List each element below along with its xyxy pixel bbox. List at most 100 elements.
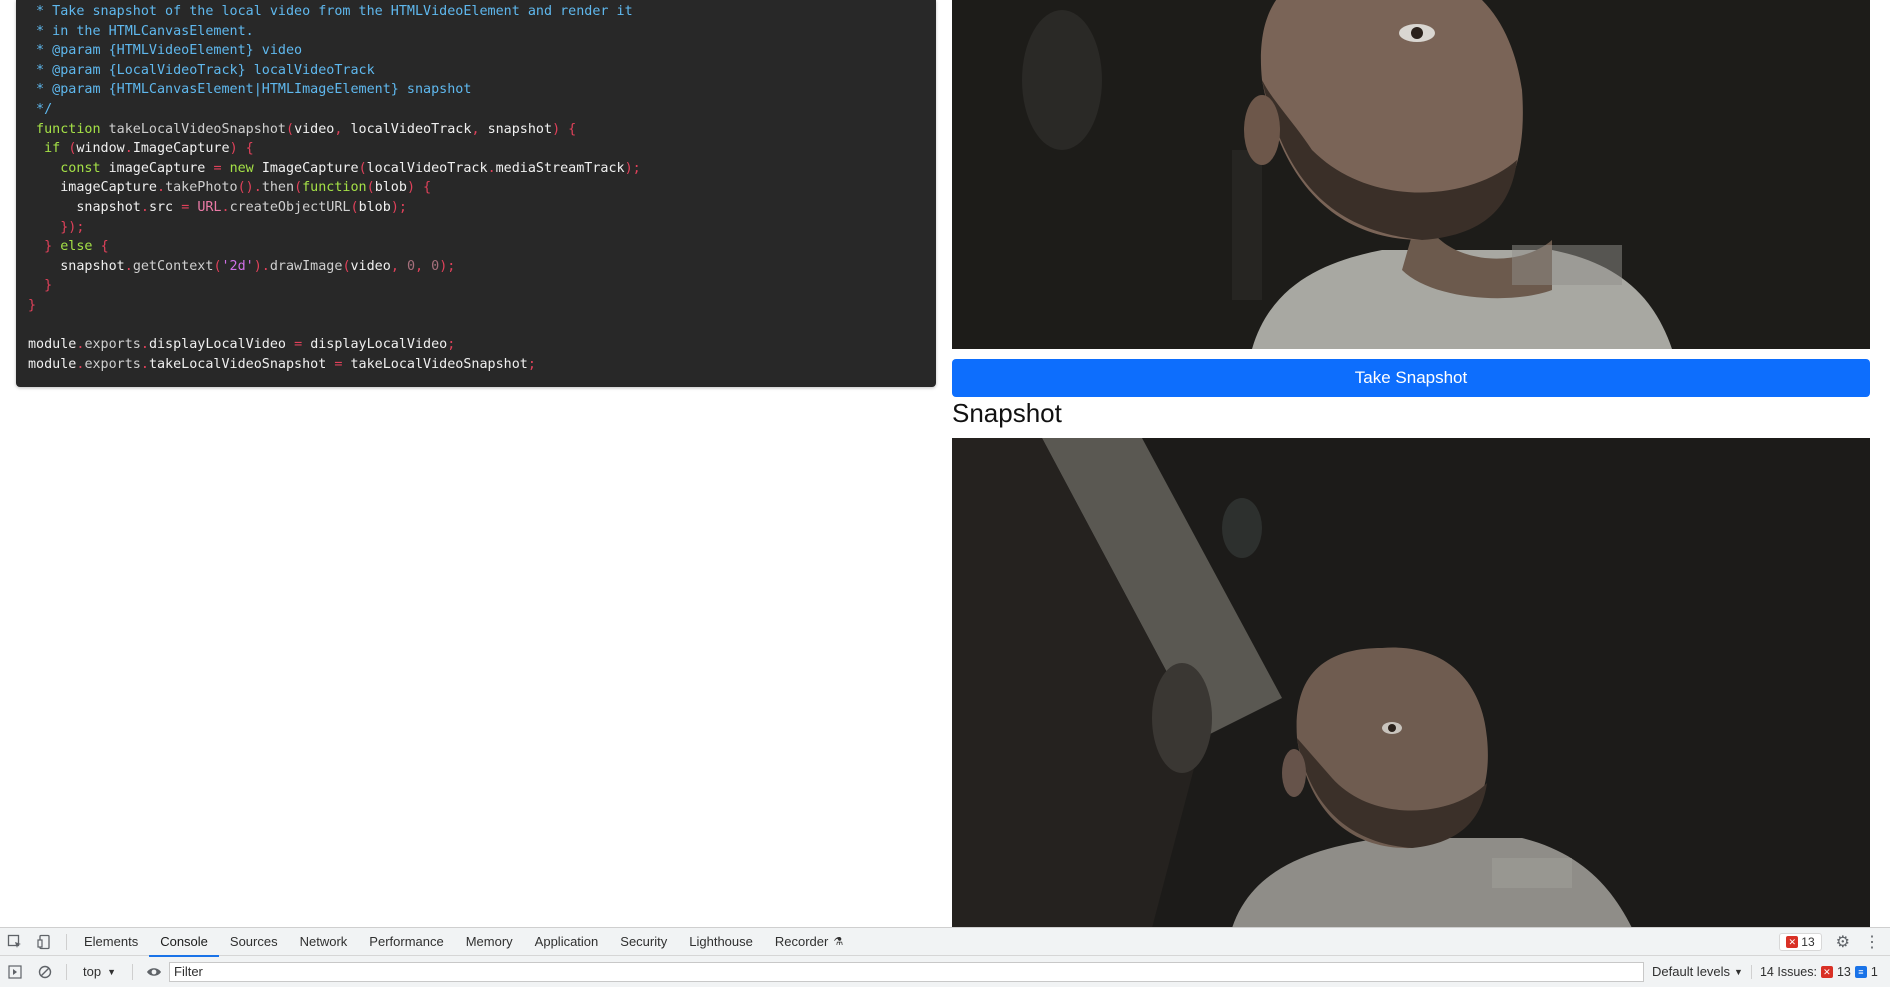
issues-label: 14 Issues: bbox=[1759, 964, 1817, 979]
devtools-panel: Elements Console Sources Network Performance… bbox=[0, 927, 1890, 987]
code-token: ); bbox=[624, 160, 641, 176]
tab-application[interactable]: Application bbox=[524, 928, 610, 956]
code-line: * Take snapshot of the local video from … bbox=[28, 2, 641, 22]
code-token: = bbox=[334, 356, 351, 372]
page: * Take snapshot of the local video from … bbox=[0, 0, 1890, 987]
code-token: localVideoTrack bbox=[350, 121, 472, 137]
error-count-badge[interactable]: ✕ 13 bbox=[1779, 933, 1822, 951]
code-token: (). bbox=[237, 180, 262, 196]
code-token: = bbox=[181, 199, 198, 215]
code-line: const imageCapture = new ImageCapture(lo… bbox=[28, 159, 641, 179]
code-token: ( bbox=[286, 121, 295, 137]
code-text: * Take snapshot of the local video from … bbox=[28, 2, 641, 374]
code-token: ( bbox=[342, 258, 351, 274]
tab-console[interactable]: Console bbox=[149, 928, 219, 957]
code-token: then bbox=[261, 180, 295, 196]
code-token: * Take snapshot of the local video from … bbox=[28, 4, 633, 19]
clear-console-icon[interactable] bbox=[30, 958, 60, 986]
tab-sources[interactable]: Sources bbox=[219, 928, 289, 956]
code-token: = bbox=[294, 337, 311, 353]
code-token: , bbox=[390, 258, 407, 274]
tab-memory[interactable]: Memory bbox=[455, 928, 524, 956]
tab-recorder[interactable]: Recorder ⚗ bbox=[764, 928, 854, 956]
code-token: imageCapture bbox=[108, 160, 214, 176]
code-token: takeLocalVideoSnapshot bbox=[350, 356, 528, 372]
code-line: snapshot.src = URL.createObjectURL(blob)… bbox=[28, 198, 641, 218]
code-line: } else { bbox=[28, 237, 641, 257]
tab-elements[interactable]: Elements bbox=[73, 928, 149, 956]
tab-label: Lighthouse bbox=[689, 934, 753, 949]
error-icon: ✕ bbox=[1786, 936, 1799, 948]
code-token: ( bbox=[358, 160, 367, 176]
device-toolbar-icon[interactable] bbox=[30, 928, 60, 956]
code-token: ); bbox=[439, 258, 456, 274]
code-line: } bbox=[28, 276, 641, 296]
take-snapshot-button[interactable]: Take Snapshot bbox=[952, 359, 1870, 397]
code-token: ( bbox=[213, 258, 222, 274]
toolbar-divider bbox=[132, 963, 133, 980]
code-line: module.exports.displayLocalVideo = displ… bbox=[28, 335, 641, 355]
context-value: top bbox=[83, 964, 102, 979]
tab-security[interactable]: Security bbox=[609, 928, 678, 956]
code-token: . bbox=[221, 199, 230, 215]
code-token: takeLocalVideoSnapshot bbox=[148, 356, 335, 372]
console-toolbar: top ▼ Default levels ▼ 14 Issues: ✕ 13 ≡… bbox=[0, 956, 1890, 987]
code-token: drawImage bbox=[269, 258, 343, 274]
context-selector[interactable]: top ▼ bbox=[73, 964, 126, 979]
code-token: function bbox=[302, 180, 367, 196]
tab-lighthouse[interactable]: Lighthouse bbox=[678, 928, 764, 956]
code-token: displayLocalVideo bbox=[310, 337, 448, 353]
code-line: * @param {HTMLVideoElement} video bbox=[28, 41, 641, 61]
code-token: src bbox=[148, 199, 182, 215]
code-token: else bbox=[60, 239, 101, 255]
snapshot-heading: Snapshot bbox=[952, 398, 1062, 428]
console-filter-input[interactable] bbox=[169, 961, 1644, 982]
log-levels-dropdown[interactable]: Default levels ▼ bbox=[1644, 964, 1751, 979]
code-token: blob bbox=[358, 199, 391, 215]
settings-gear-icon[interactable]: ⚙ bbox=[1836, 932, 1850, 952]
code-token: takePhoto bbox=[165, 180, 238, 196]
issues-error-count: 13 bbox=[1836, 964, 1851, 979]
code-token: * in the HTMLCanvasElement. bbox=[28, 23, 254, 39]
code-token: * @param {LocalVideoTrack} localVideoTra… bbox=[28, 62, 375, 78]
code-line: * in the HTMLCanvasElement. bbox=[28, 22, 641, 42]
local-video bbox=[952, 0, 1870, 349]
eye-icon[interactable] bbox=[139, 958, 169, 986]
sidebar-toggle-icon[interactable] bbox=[0, 958, 30, 986]
code-token: getContext bbox=[132, 258, 214, 274]
code-line: module.exports.takeLocalVideoSnapshot = … bbox=[28, 355, 641, 375]
code-token: }); bbox=[28, 219, 85, 235]
issues-message-icon: ≡ bbox=[1854, 965, 1867, 978]
code-token: . bbox=[140, 337, 149, 353]
tab-network[interactable]: Network bbox=[289, 928, 359, 956]
code-token: localVideoTrack bbox=[366, 160, 488, 176]
kebab-menu-icon[interactable]: ⋮ bbox=[1864, 932, 1880, 952]
tab-label: Network bbox=[299, 934, 348, 949]
inspect-icon[interactable] bbox=[0, 928, 30, 956]
tab-label: Recorder bbox=[774, 934, 829, 949]
chevron-down-icon: ▼ bbox=[107, 966, 116, 977]
issues-counter[interactable]: 14 Issues: ✕ 13 ≡ 1 bbox=[1750, 964, 1886, 979]
code-token: snapshot bbox=[28, 199, 141, 215]
devtools-toolbar-right: ✕ 13 ⚙ ⋮ bbox=[1779, 928, 1880, 956]
tab-label: Sources bbox=[229, 934, 278, 949]
tab-label: Security bbox=[620, 934, 668, 949]
code-line: snapshot.getContext('2d').drawImage(vide… bbox=[28, 257, 641, 277]
code-token: . bbox=[124, 141, 133, 157]
code-token: , bbox=[415, 258, 432, 274]
code-token: URL bbox=[197, 199, 222, 215]
code-token: ); bbox=[390, 199, 407, 215]
toolbar-divider bbox=[66, 963, 67, 980]
code-token: * @param {HTMLVideoElement} video bbox=[28, 43, 303, 59]
tab-performance[interactable]: Performance bbox=[358, 928, 454, 956]
code-line: * @param {LocalVideoTrack} localVideoTra… bbox=[28, 61, 641, 81]
code-token: ) { bbox=[229, 141, 254, 157]
code-token: exports bbox=[84, 356, 141, 372]
code-token: } bbox=[28, 297, 37, 313]
video-frame-art bbox=[952, 0, 1870, 349]
code-line: */ bbox=[28, 100, 641, 120]
code-token: mediaStreamTrack bbox=[495, 160, 625, 176]
code-token: , bbox=[471, 121, 488, 137]
code-token: const bbox=[28, 160, 109, 176]
